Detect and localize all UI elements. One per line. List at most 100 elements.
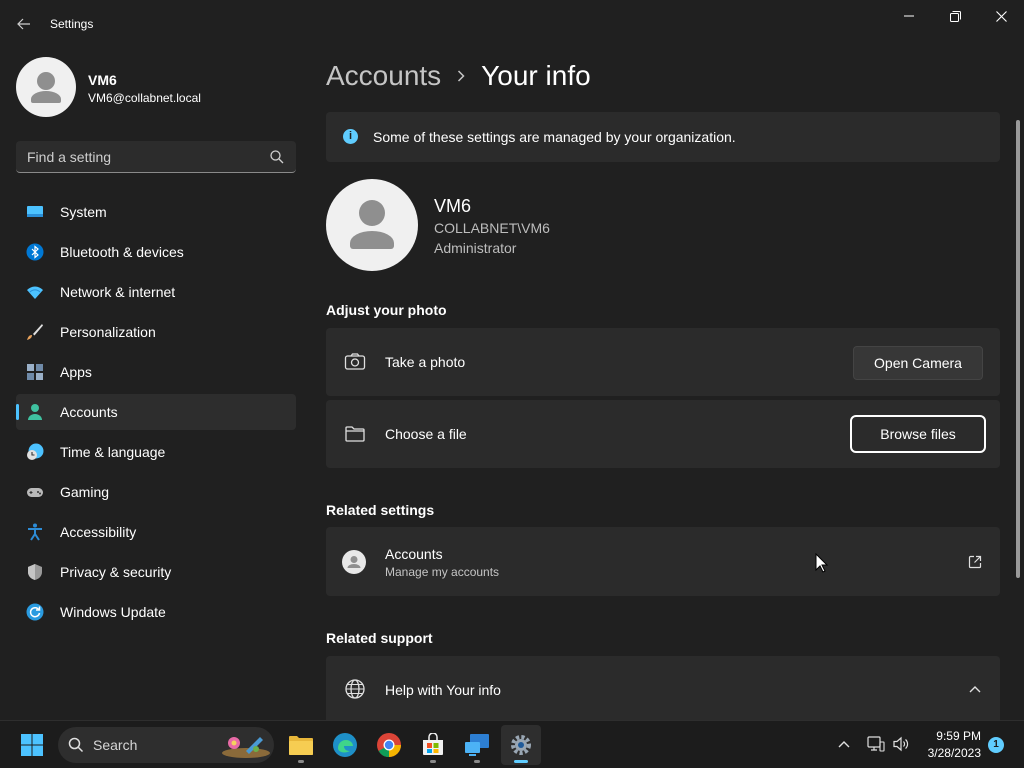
chevron-right-icon: [457, 70, 465, 82]
account-avatar-icon: [342, 550, 366, 574]
taskbar-edge[interactable]: [325, 725, 365, 765]
update-icon: [26, 603, 44, 621]
search-icon[interactable]: [270, 150, 284, 164]
profile-name: VM6: [88, 72, 117, 88]
chevron-up-icon[interactable]: [969, 685, 981, 693]
start-button[interactable]: [12, 725, 52, 765]
sidebar-item-label: Network & internet: [60, 284, 176, 300]
user-name: VM6: [434, 196, 472, 216]
taskbar-file-explorer[interactable]: [281, 725, 321, 765]
sidebar-item-windows-update[interactable]: Windows Update: [16, 594, 296, 630]
taskbar: Search 9:59 PM 3/28/2023 1: [0, 720, 1024, 768]
sidebar-item-label: Bluetooth & devices: [60, 244, 184, 260]
title-bar: Settings: [0, 0, 1024, 48]
sidebar-item-time-language[interactable]: Time & language: [16, 434, 296, 470]
open-camera-button[interactable]: Open Camera: [853, 346, 983, 380]
tray-time[interactable]: 9:59 PM: [926, 729, 981, 743]
tray-date[interactable]: 3/28/2023: [920, 746, 981, 760]
breadcrumb: Accounts Your info: [326, 58, 591, 94]
page-title: Your info: [481, 60, 591, 91]
system-icon: [27, 206, 43, 217]
minimize-icon: [904, 15, 914, 17]
network-icon[interactable]: [867, 735, 885, 753]
notification-badge[interactable]: 1: [988, 737, 1004, 753]
profile-email: VM6@collabnet.local: [88, 91, 201, 105]
sidebar-item-label: Privacy & security: [60, 564, 172, 580]
mouse-cursor-icon: [815, 553, 829, 573]
sidebar-item-label: Windows Update: [60, 604, 166, 620]
folder-icon: [345, 426, 365, 442]
sidebar-item-apps[interactable]: Apps: [16, 354, 296, 390]
taskbar-search-label: Search: [93, 737, 138, 753]
related-accounts-card[interactable]: Accounts Manage my accounts: [326, 527, 1000, 596]
bluetooth-icon: [26, 243, 44, 261]
search-highlight-icon: [222, 737, 270, 758]
related-support-heading: Related support: [326, 630, 433, 646]
taskbar-search[interactable]: Search: [58, 727, 274, 763]
sidebar-item-bluetooth[interactable]: Bluetooth & devices: [16, 234, 296, 270]
breadcrumb-parent[interactable]: Accounts: [326, 60, 441, 92]
settings-icon: [511, 735, 531, 755]
choose-file-card: Choose a file Browse files: [326, 400, 1000, 468]
user-domain: COLLABNET\VM6: [434, 220, 550, 236]
help-your-info-label: Help with Your info: [385, 682, 501, 698]
sidebar-item-system[interactable]: System: [16, 194, 296, 230]
shield-icon: [28, 564, 42, 580]
sidebar-item-personalization[interactable]: Personalization: [16, 314, 296, 350]
close-button[interactable]: [979, 4, 1023, 28]
taskbar-remote-desktop[interactable]: [457, 725, 497, 765]
sidebar-item-network[interactable]: Network & internet: [16, 274, 296, 310]
taskbar-chrome[interactable]: [369, 725, 409, 765]
user-role: Administrator: [434, 240, 517, 256]
sidebar-item-privacy-security[interactable]: Privacy & security: [16, 554, 296, 590]
browse-files-button[interactable]: Browse files: [850, 415, 986, 453]
related-accounts-label: Accounts: [385, 546, 443, 562]
related-accounts-sublabel: Manage my accounts: [385, 565, 500, 579]
search-icon: [68, 737, 84, 753]
brush-icon: [27, 324, 43, 340]
external-link-icon[interactable]: [968, 555, 982, 569]
sidebar-item-gaming[interactable]: Gaming: [16, 474, 296, 510]
app-title: Settings: [50, 17, 94, 31]
restore-button[interactable]: [933, 4, 977, 28]
take-photo-label: Take a photo: [385, 354, 466, 370]
search-input[interactable]: [16, 141, 296, 172]
gamepad-icon: [27, 488, 43, 497]
taskbar-store[interactable]: [413, 725, 453, 765]
remote-desktop-icon: [465, 734, 489, 756]
chevron-up-icon[interactable]: [838, 740, 850, 748]
sidebar-nav: System Bluetooth & devices Network & int…: [16, 194, 296, 634]
org-managed-info-bar: i Some of these settings are managed by …: [326, 112, 1000, 162]
sidebar-item-label: Accounts: [60, 404, 118, 420]
info-text: Some of these settings are managed by yo…: [373, 129, 736, 145]
sidebar-item-label: Accessibility: [60, 524, 137, 540]
adjust-photo-heading: Adjust your photo: [326, 302, 447, 318]
choose-file-label: Choose a file: [385, 426, 467, 442]
volume-icon[interactable]: [892, 735, 910, 753]
close-icon: [995, 10, 1007, 22]
find-setting-search[interactable]: [16, 141, 296, 173]
sidebar-item-accessibility[interactable]: Accessibility: [16, 514, 296, 550]
back-button[interactable]: [10, 12, 38, 36]
store-icon: [423, 733, 443, 755]
apps-icon: [27, 364, 43, 380]
accounts-icon: [28, 404, 42, 420]
help-your-info-card[interactable]: Help with Your info: [326, 656, 1000, 720]
minimize-button[interactable]: [887, 4, 931, 28]
user-avatar: [326, 179, 418, 271]
related-settings-heading: Related settings: [326, 502, 435, 518]
profile-avatar[interactable]: [16, 57, 76, 117]
user-silhouette-icon: [31, 72, 61, 103]
file-explorer-icon: [289, 736, 313, 755]
taskbar-settings[interactable]: [501, 725, 541, 765]
windows-logo-icon: [21, 734, 43, 756]
accessibility-icon: [28, 523, 42, 541]
clock-globe-icon: [27, 443, 44, 460]
restore-icon: [949, 10, 961, 22]
sidebar-item-label: Apps: [60, 364, 92, 380]
wifi-icon: [27, 286, 43, 299]
back-arrow-icon: [17, 18, 30, 30]
sidebar-item-accounts[interactable]: Accounts: [16, 394, 296, 430]
scrollbar[interactable]: [1016, 120, 1020, 578]
sidebar-item-label: Gaming: [60, 484, 110, 500]
